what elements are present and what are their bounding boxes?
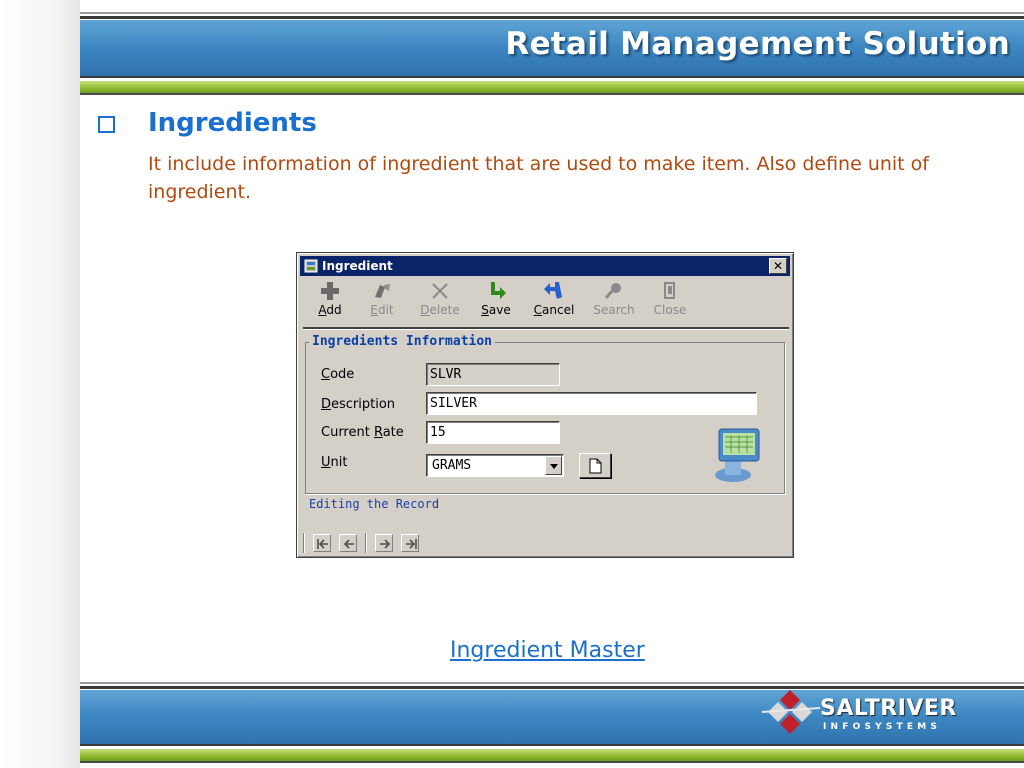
previous-icon — [343, 539, 354, 549]
header-banner: Retail Management Solution — [80, 12, 1024, 104]
saltriver-logo-icon — [762, 690, 821, 734]
edit-icon — [375, 284, 390, 298]
code-field[interactable]: SLVR — [426, 363, 560, 386]
ingredient-app-icon — [304, 259, 318, 273]
bullet-icon — [98, 116, 117, 135]
next-record-button[interactable] — [375, 534, 393, 552]
toolbar-close-button[interactable]: Close — [645, 279, 695, 317]
toolbar-separator — [303, 327, 789, 330]
group-title: Ingredients Information — [309, 334, 496, 349]
unit-select-value: GRAMS — [432, 458, 472, 473]
delete-icon — [432, 283, 448, 299]
next-icon — [380, 539, 391, 549]
chevron-down-icon[interactable] — [545, 456, 562, 475]
record-navigator — [303, 531, 453, 555]
last-icon — [406, 539, 417, 549]
footer-banner: SALTRIVER INFOSYSTEMS — [80, 682, 1024, 768]
toolbar-add-button[interactable]: Add — [305, 279, 355, 317]
save-icon — [491, 282, 506, 299]
toolbar-edit-button[interactable]: Edit — [357, 279, 407, 317]
new-unit-button[interactable] — [579, 453, 611, 478]
dialog-close-button[interactable]: ✕ — [769, 258, 787, 274]
ingredient-master-link[interactable]: Ingredient Master — [450, 638, 645, 663]
toolbar-delete-button[interactable]: Delete — [415, 279, 465, 317]
left-shadow — [0, 0, 80, 768]
add-icon — [321, 282, 339, 300]
first-icon — [317, 539, 328, 549]
toolbar-save-button[interactable]: Save — [471, 279, 521, 317]
computer-icon — [715, 428, 760, 482]
dialog-title: Ingredient — [322, 259, 393, 273]
code-label: Code — [321, 367, 355, 382]
previous-record-button[interactable] — [339, 534, 357, 552]
app-title: Retail Management Solution — [505, 26, 1010, 62]
logo-main-text: SALTRIVER — [820, 696, 957, 721]
unit-select[interactable]: GRAMS — [426, 454, 564, 477]
unit-label: Unit — [321, 455, 348, 470]
section-heading: Ingredients — [148, 108, 317, 138]
saltriver-logo: SALTRIVER INFOSYSTEMS — [762, 688, 972, 736]
description-label: Description — [321, 397, 396, 412]
ingredient-dialog: Ingredient ✕ Add Edit Delete Save Cancel… — [296, 252, 794, 558]
close-door-icon — [664, 282, 675, 299]
toolbar-search-button[interactable]: Search — [589, 279, 639, 317]
cancel-icon — [544, 282, 562, 299]
last-record-button[interactable] — [401, 534, 419, 552]
section-description: It include information of ingredient tha… — [148, 153, 929, 203]
current-rate-field[interactable]: 15 — [426, 421, 560, 444]
new-document-icon — [589, 458, 602, 474]
dialog-titlebar: Ingredient ✕ — [300, 256, 790, 276]
search-icon — [604, 283, 621, 299]
toolbar-cancel-button[interactable]: Cancel — [529, 279, 579, 317]
current-rate-label: Current Rate — [321, 425, 404, 440]
description-field[interactable]: SILVER — [426, 392, 757, 415]
status-text: Editing the Record — [309, 497, 440, 511]
dialog-toolbar: Add Edit Delete Save Cancel Search Close — [305, 279, 785, 325]
first-record-button[interactable] — [313, 534, 331, 552]
logo-sub-text: INFOSYSTEMS — [823, 722, 942, 732]
